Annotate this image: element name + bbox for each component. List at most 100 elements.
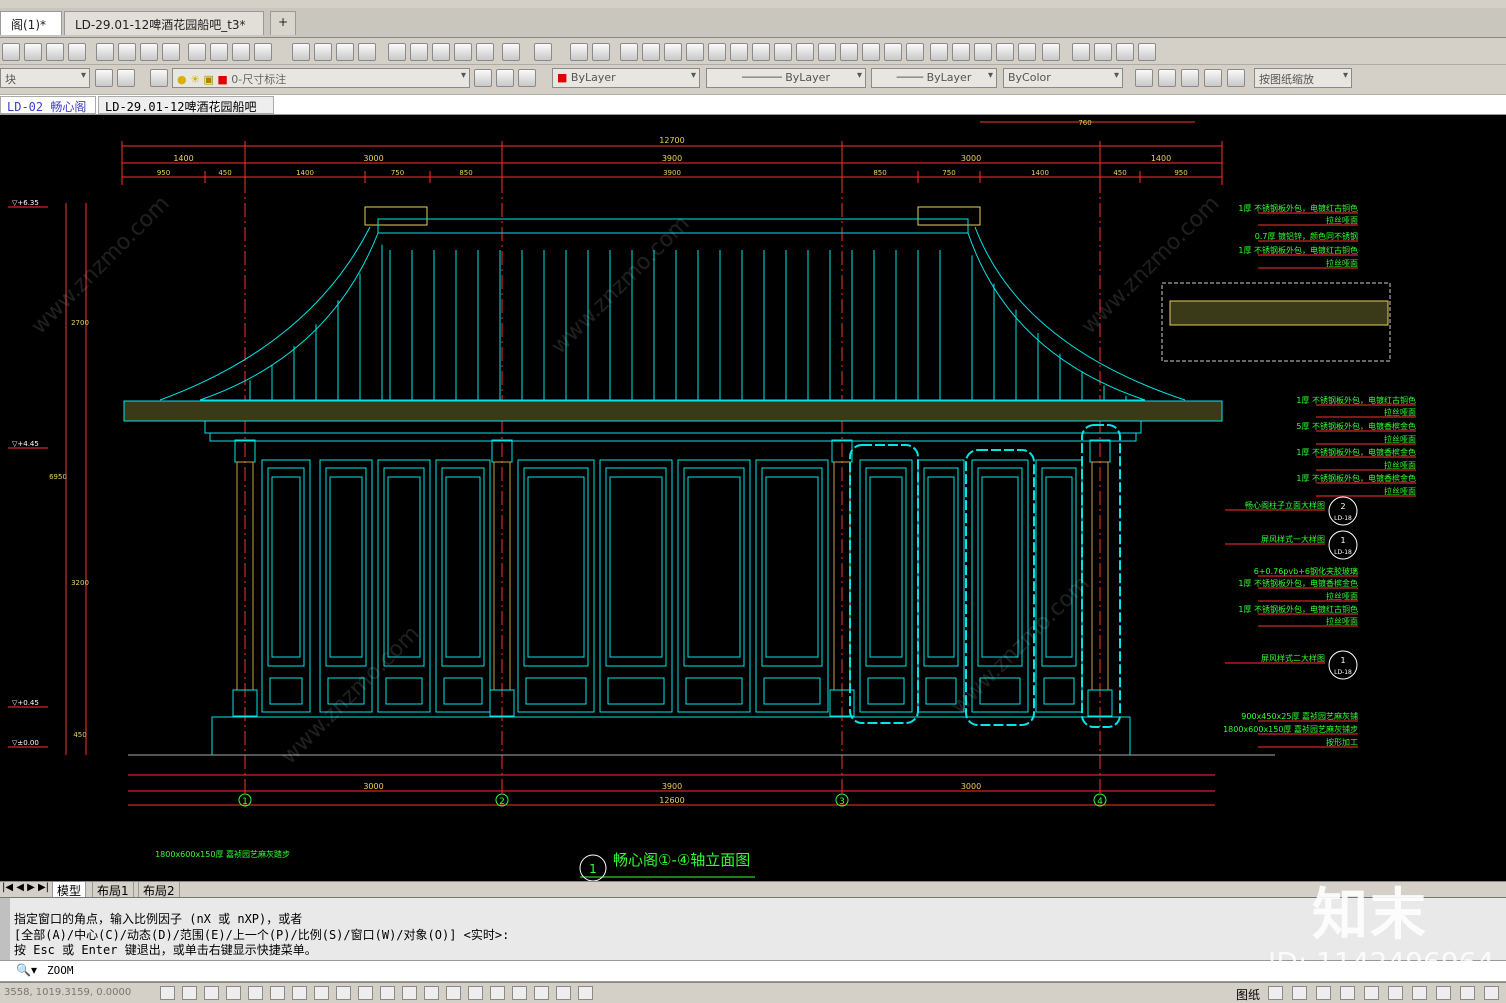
status-toggle-icon[interactable] (468, 986, 483, 1000)
toolbar-tool-icon[interactable] (388, 43, 406, 61)
view-icon[interactable] (1158, 69, 1176, 87)
toolbar-tool-icon[interactable] (314, 43, 332, 61)
command-grip[interactable] (0, 898, 10, 961)
toolbar-tool-icon[interactable] (358, 43, 376, 61)
toolbar-tool-icon[interactable] (336, 43, 354, 61)
view-icon[interactable] (1227, 69, 1245, 87)
toolbar-tool-icon[interactable] (664, 43, 682, 61)
toolbar-tool-icon[interactable] (996, 43, 1014, 61)
toolbar-tool-icon[interactable] (1116, 43, 1134, 61)
status-toggle-icon[interactable] (490, 986, 505, 1000)
status-tool-icon[interactable] (1388, 986, 1403, 1000)
toolbar-tool-icon[interactable] (46, 43, 64, 61)
linetype-combo[interactable]: ────── ByLayer ▾ (706, 68, 866, 88)
toolbar-tool-icon[interactable] (570, 43, 588, 61)
toolbar-tool-icon[interactable] (1094, 43, 1112, 61)
status-tool-icon[interactable] (1316, 986, 1331, 1000)
toolbar-tool-icon[interactable] (840, 43, 858, 61)
toolbar-tool-icon[interactable] (1018, 43, 1036, 61)
tab-layout2[interactable]: 布局2 (138, 882, 180, 898)
toolbar-tool-icon[interactable] (24, 43, 42, 61)
drawing-canvas[interactable]: 12700 1400 3000 3900 3000 1400 950 450 1400 750 85… (0, 115, 1506, 881)
toolbar-tool-icon[interactable] (140, 43, 158, 61)
status-toggle-icon[interactable] (182, 986, 197, 1000)
status-toggle-icon[interactable] (402, 986, 417, 1000)
view-icon[interactable] (1135, 69, 1153, 87)
status-toggle-icon[interactable] (578, 986, 593, 1000)
toolbar-tool-icon[interactable] (796, 43, 814, 61)
status-toggle-icon[interactable] (556, 986, 571, 1000)
toolbar-tool-icon[interactable] (686, 43, 704, 61)
toolbar-tool-icon[interactable] (708, 43, 726, 61)
status-tool-icon[interactable] (1268, 986, 1283, 1000)
toolbar-tool-icon[interactable] (930, 43, 948, 61)
workspace-combo[interactable]: 块 ▾ (0, 68, 90, 88)
status-toggle-icon[interactable] (380, 986, 395, 1000)
toolbar-tool-icon[interactable] (862, 43, 880, 61)
layer-manager-icon[interactable] (150, 69, 168, 87)
toolbar-tool-icon[interactable] (68, 43, 86, 61)
toolbar-tool-icon[interactable] (162, 43, 180, 61)
view-icon[interactable] (1204, 69, 1222, 87)
toolbar-tool-icon[interactable] (1072, 43, 1090, 61)
toolbar-tool-icon[interactable] (118, 43, 136, 61)
status-toggle-icon[interactable] (226, 986, 241, 1000)
status-toggle-icon[interactable] (248, 986, 263, 1000)
gear-icon[interactable] (95, 69, 113, 87)
toolbar-tool-icon[interactable] (188, 43, 206, 61)
toolbar-tool-icon[interactable] (884, 43, 902, 61)
lineweight-combo[interactable]: ──── ByLayer ▾ (871, 68, 997, 88)
status-toggle-icon[interactable] (358, 986, 373, 1000)
toolbar-tool-icon[interactable] (1042, 43, 1060, 61)
toolbar-tool-icon[interactable] (952, 43, 970, 61)
toolbar-tool-icon[interactable] (2, 43, 20, 61)
layer-match-icon[interactable] (496, 69, 514, 87)
doc-tab-2[interactable]: LD-29.01-12啤酒花园船吧_t3* (64, 11, 264, 35)
file-tab-active[interactable]: LD-02 畅心阁(1) (0, 96, 96, 129)
toolbar-tool-icon[interactable] (232, 43, 250, 61)
toolbar-tool-icon[interactable] (410, 43, 428, 61)
status-toggle-icon[interactable] (204, 986, 219, 1000)
scale-combo[interactable]: 按图纸缩放 ▾ (1254, 68, 1352, 88)
status-tool-icon[interactable] (1292, 986, 1307, 1000)
toolbar-tool-icon[interactable] (818, 43, 836, 61)
toolbar-tool-icon[interactable] (502, 43, 520, 61)
toolbar-tool-icon[interactable] (292, 43, 310, 61)
layer-combo[interactable]: ● ☀ ▣ ■ 0-尺寸标注 ▾ (172, 68, 470, 88)
nav-arrows-icon[interactable]: |◀ ◀ ▶ ▶| (2, 882, 49, 893)
status-tool-icon[interactable] (1436, 986, 1451, 1000)
color-combo[interactable]: ■ ByLayer ▾ (552, 68, 700, 88)
toolbar-tool-icon[interactable] (432, 43, 450, 61)
status-tool-icon[interactable] (1364, 986, 1379, 1000)
toolbar-tool-icon[interactable] (254, 43, 272, 61)
toolbar-tool-icon[interactable] (730, 43, 748, 61)
toolbar-tool-icon[interactable] (476, 43, 494, 61)
menu-bar[interactable] (0, 0, 1506, 8)
status-toggle-icon[interactable] (270, 986, 285, 1000)
view-icon[interactable] (1181, 69, 1199, 87)
paper-label[interactable]: 图纸 (1236, 986, 1260, 1003)
toolbar-tool-icon[interactable] (752, 43, 770, 61)
toolbar-tool-icon[interactable] (592, 43, 610, 61)
status-toggle-icon[interactable] (336, 986, 351, 1000)
toolbar-tool-icon[interactable] (906, 43, 924, 61)
status-toggle-icon[interactable] (534, 986, 549, 1000)
layer-prev-icon[interactable] (474, 69, 492, 87)
new-tab-button[interactable]: + (270, 11, 296, 35)
toolbar-tool-icon[interactable] (534, 43, 552, 61)
toolbar-tool-icon[interactable] (774, 43, 792, 61)
status-tool-icon[interactable] (1484, 986, 1499, 1000)
tab-layout1[interactable]: 布局1 (92, 882, 134, 898)
toolbar-tool-icon[interactable] (620, 43, 638, 61)
status-tool-icon[interactable] (1460, 986, 1475, 1000)
status-toggle-icon[interactable] (446, 986, 461, 1000)
toolbar-tool-icon[interactable] (642, 43, 660, 61)
file-tab-2[interactable]: LD-29.01-12啤酒花园船吧_t3 (98, 96, 274, 129)
toolbar-tool-icon[interactable] (210, 43, 228, 61)
toolbar-tool-icon[interactable] (96, 43, 114, 61)
toolbar-tool-icon[interactable] (454, 43, 472, 61)
plotstyle-combo[interactable]: ByColor ▾ (1003, 68, 1123, 88)
status-toggle-icon[interactable] (424, 986, 439, 1000)
layer-iso-icon[interactable] (518, 69, 536, 87)
status-tool-icon[interactable] (1340, 986, 1355, 1000)
